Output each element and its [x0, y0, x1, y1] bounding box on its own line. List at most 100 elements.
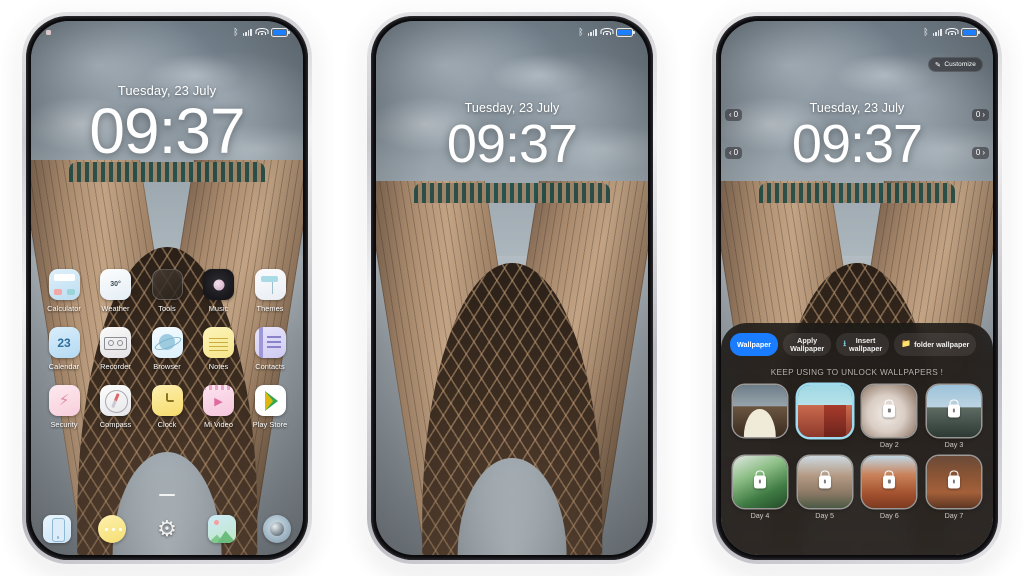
tab-apply-wallpaper[interactable]: Apply Wallpaper [783, 333, 832, 357]
app-grid: Calculator 30° Weather Tools Music Theme… [31, 269, 303, 555]
wallpaper-thumbnail [926, 456, 981, 509]
chevron-right-icon: › [982, 148, 985, 157]
app-mi-video[interactable]: ▶ Mi Video [194, 385, 244, 429]
calendar-icon: 23 [48, 327, 80, 358]
phone-2-screen: ᛒ Tuesday, 23 July 09:37 [376, 21, 648, 555]
wallpaper-item[interactable]: Day 3 [926, 385, 981, 449]
app-label: Security [50, 420, 78, 429]
app-browser[interactable]: Browser [142, 327, 192, 371]
dock-messages[interactable] [98, 515, 126, 543]
dock-settings[interactable]: ⚙ [153, 515, 181, 543]
lock-date: Tuesday, 23 July [464, 101, 560, 115]
compass-icon [100, 385, 131, 416]
battery-icon [271, 27, 290, 37]
tab-wallpaper[interactable]: Wallpaper [730, 333, 779, 357]
dock-gallery[interactable] [208, 515, 236, 543]
signal-icon [242, 28, 252, 36]
customize-button[interactable]: ✎ Customize [928, 57, 983, 72]
app-music[interactable]: Music [194, 269, 244, 313]
widget-stepper-left-1[interactable]: ‹ 0 [725, 109, 743, 121]
notification-dot-icon [46, 29, 51, 35]
dock-camera[interactable] [263, 515, 291, 543]
wallpaper-label: Day 2 [879, 440, 899, 450]
lock-icon [947, 475, 960, 489]
wallpaper-label: Day 6 [879, 511, 899, 521]
app-label: Compass [99, 420, 132, 429]
lock-time: 09:37 [446, 114, 578, 174]
phone-1-home-screen: ᛒ Tuesday, 23 July 09:37 Calculator 30° … [22, 12, 312, 564]
gear-icon: ⚙ [157, 516, 177, 541]
lock-icon [818, 475, 831, 489]
app-label: Calendar [48, 362, 80, 371]
lock-date: Tuesday, 23 July [809, 101, 905, 115]
wallpaper-row: Day 4 Day 5 Day 6 Day 7 [730, 456, 984, 520]
lock-icon [883, 475, 896, 489]
wallpaper-label: Day 7 [944, 511, 964, 521]
app-label: Calculator [47, 304, 81, 313]
app-security[interactable]: ⚡ Security [39, 385, 89, 429]
wallpaper-thumbnail [862, 456, 917, 509]
app-clock[interactable]: Clock [142, 385, 192, 429]
phone-showcase: ᛒ Tuesday, 23 July 09:37 Calculator 30° … [0, 0, 1024, 576]
tab-label: folder wallpaper [914, 339, 970, 349]
bluetooth-icon: ᛒ [923, 26, 929, 37]
wallpaper-label: Day 5 [815, 511, 835, 521]
app-label: Clock [157, 420, 177, 429]
app-themes[interactable]: Themes [245, 269, 295, 313]
widget-stepper-right-1[interactable]: 0 › [971, 109, 989, 121]
lock-icon [883, 404, 896, 418]
folder-icon: 📁 [901, 339, 912, 349]
wallpaper-row: Day 2 Day 3 [730, 385, 984, 449]
tab-label: Wallpaper [737, 339, 772, 349]
signal-icon [932, 28, 942, 36]
wallpaper-item[interactable] [797, 385, 852, 449]
app-compass[interactable]: Compass [91, 385, 141, 429]
wallpaper-grid: Day 2 Day 3 Day 4 Day 5 Day 6 Day 7 [730, 385, 984, 520]
app-label: Tools [158, 304, 176, 313]
contacts-icon [254, 327, 286, 358]
app-recorder[interactable]: Recorder [91, 327, 141, 371]
app-tools-folder[interactable]: Tools [142, 269, 192, 313]
app-label: Notes [208, 362, 229, 371]
phone-icon [43, 515, 71, 543]
wifi-icon [945, 28, 958, 36]
tab-folder-wallpaper[interactable]: 📁 folder wallpaper [894, 333, 977, 357]
app-contacts[interactable]: Contacts [245, 327, 295, 371]
phone-3-bezel: ᛒ ✎ Customize ‹ 0 ‹ 0 0 › 0 › Tuesday, 2… [716, 16, 998, 560]
app-calculator[interactable]: Calculator [39, 269, 89, 313]
app-label: Mi Video [203, 420, 234, 429]
wallpaper-item[interactable]: Day 2 [862, 385, 917, 450]
status-bar: ᛒ [376, 21, 648, 43]
tab-label-line2: wallpaper [849, 343, 883, 353]
app-label: Weather [101, 304, 130, 313]
widget-stepper-left-2[interactable]: ‹ 0 [725, 147, 743, 159]
wallpaper-item[interactable]: Day 6 [862, 456, 917, 521]
wallpaper-thumbnail-selected [797, 385, 852, 438]
app-weather[interactable]: 30° Weather [91, 269, 141, 313]
dock-phone[interactable] [43, 515, 71, 543]
app-play-store[interactable]: Play Store [245, 385, 295, 429]
wallpaper-item[interactable]: Day 4 [733, 456, 787, 520]
tab-insert-wallpaper[interactable]: ⭳ Insert wallpaper [836, 333, 890, 357]
widget-count: 0 [733, 110, 739, 119]
widget-count: 0 [975, 148, 981, 157]
lock-time: 09:37 [89, 95, 245, 167]
widget-stepper-right-2[interactable]: 0 › [971, 147, 989, 159]
page-indicator [31, 483, 303, 501]
widget-count: 0 [975, 110, 981, 119]
chevron-right-icon: › [982, 110, 985, 119]
status-bar: ᛒ [721, 21, 993, 43]
dock: ⚙ [39, 515, 295, 543]
app-label: Music [208, 304, 229, 313]
recorder-icon [100, 327, 131, 358]
app-calendar[interactable]: 23 Calendar [39, 327, 89, 371]
wallpaper-item[interactable]: Day 5 [797, 456, 852, 521]
folder-tools-icon [151, 269, 183, 300]
status-bar: ᛒ [31, 21, 303, 43]
app-label: Contacts [255, 362, 285, 371]
app-notes[interactable]: Notes [194, 327, 244, 371]
wallpaper-item[interactable]: Day 7 [926, 456, 981, 521]
app-label: Recorder [100, 362, 131, 371]
app-row: Calculator 30° Weather Tools Music Theme… [39, 269, 295, 313]
wallpaper-item[interactable] [733, 385, 787, 449]
